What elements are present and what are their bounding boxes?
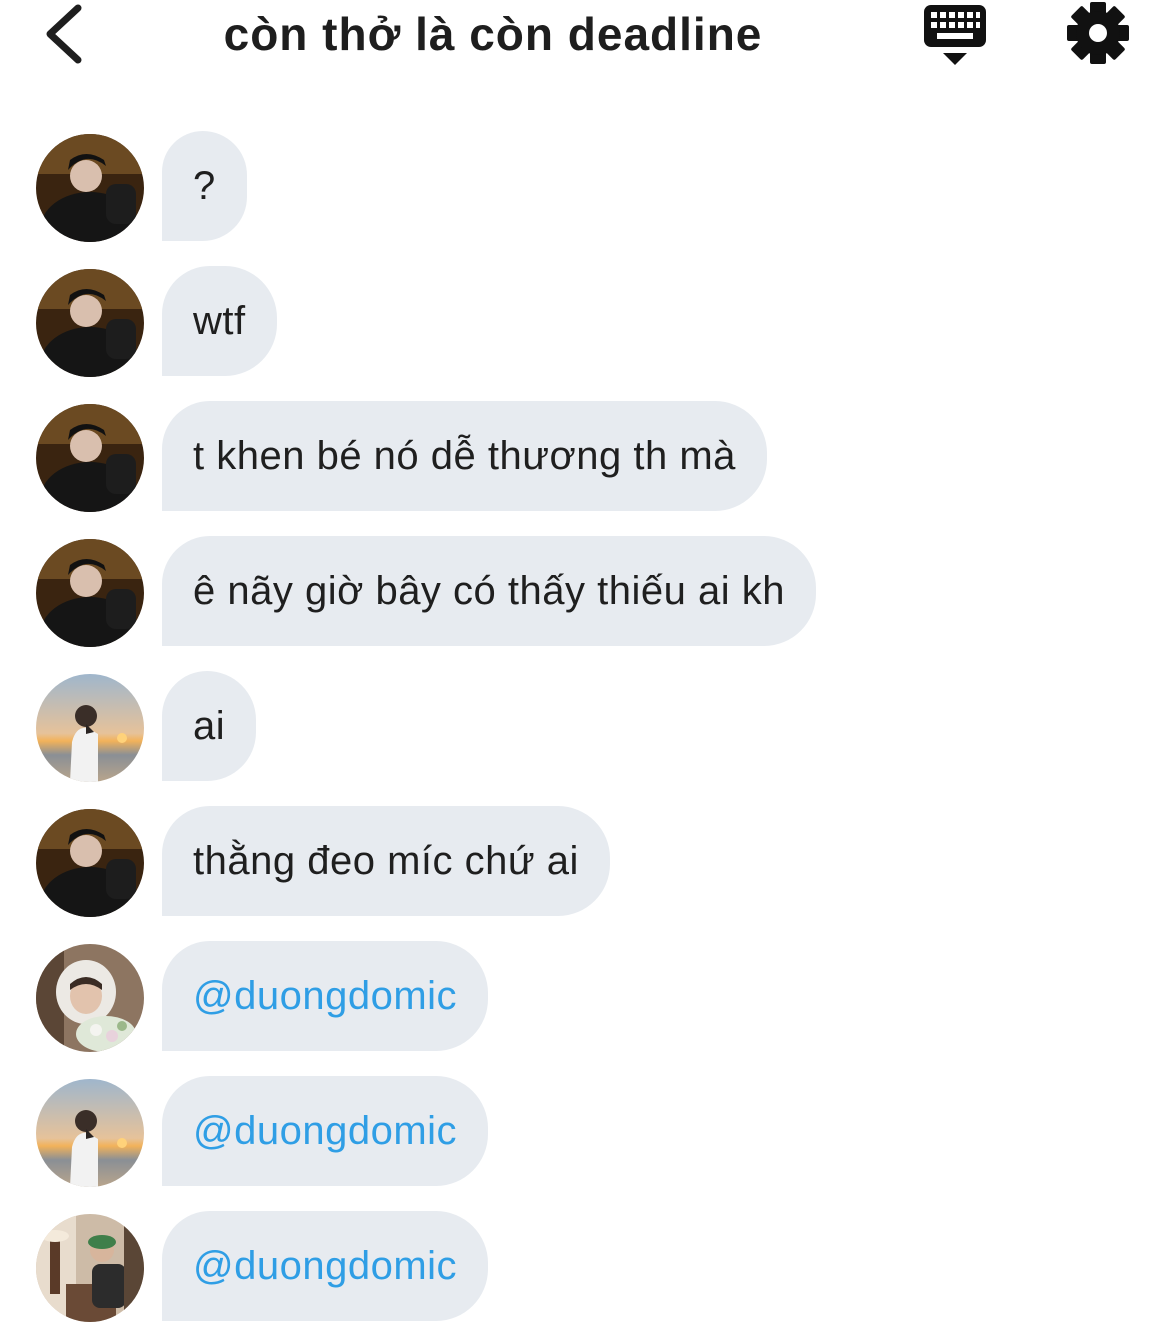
message-row: @duongdomic xyxy=(0,1210,1170,1334)
avatar-hood-flowers[interactable] xyxy=(36,944,144,1052)
message-row: ? xyxy=(0,130,1170,265)
gear-icon xyxy=(1067,2,1129,64)
message-bubble[interactable]: thằng đeo míc chứ ai xyxy=(162,806,610,916)
keyboard-icon xyxy=(924,5,986,65)
message-row: ê nãy giờ bây có thấy thiếu ai kh xyxy=(0,535,1170,670)
mention-bubble[interactable]: @duongdomic xyxy=(162,1076,489,1186)
settings-button[interactable] xyxy=(1060,0,1136,70)
message-row: t khen bé nó dễ thương th mà xyxy=(0,400,1170,535)
chat-header: còn thở là còn deadline xyxy=(0,0,1170,80)
avatar-sunset-beach[interactable] xyxy=(36,674,144,782)
chat-title: còn thở là còn deadline xyxy=(223,8,763,60)
chat-screen: còn thở là còn deadline ? wtf t khen bé … xyxy=(0,0,1170,1334)
message-row: @duongdomic xyxy=(0,1075,1170,1210)
message-row: thằng đeo míc chứ ai xyxy=(0,805,1170,940)
message-list[interactable]: ? wtf t khen bé nó dễ thương th mà ê nãy… xyxy=(0,130,1170,1334)
avatar-dark-jacket[interactable] xyxy=(36,809,144,917)
message-bubble[interactable]: ai xyxy=(162,671,257,781)
avatar-sunset-beach[interactable] xyxy=(36,1079,144,1187)
message-row: @duongdomic xyxy=(0,940,1170,1075)
message-bubble[interactable]: ? xyxy=(162,131,247,241)
mention-bubble[interactable]: @duongdomic xyxy=(162,1211,489,1321)
message-row: wtf xyxy=(0,265,1170,400)
avatar-dark-jacket[interactable] xyxy=(36,134,144,242)
mention-bubble[interactable]: @duongdomic xyxy=(162,941,489,1051)
avatar-dark-jacket[interactable] xyxy=(36,404,144,512)
avatar-green-cap-room[interactable] xyxy=(36,1214,144,1322)
message-row: ai xyxy=(0,670,1170,805)
message-bubble[interactable]: ê nãy giờ bây có thấy thiếu ai kh xyxy=(162,536,816,646)
message-bubble[interactable]: wtf xyxy=(162,266,277,376)
avatar-dark-jacket[interactable] xyxy=(36,269,144,377)
keyboard-toggle-button[interactable] xyxy=(915,0,995,72)
message-bubble[interactable]: t khen bé nó dễ thương th mà xyxy=(162,401,767,511)
avatar-dark-jacket[interactable] xyxy=(36,539,144,647)
